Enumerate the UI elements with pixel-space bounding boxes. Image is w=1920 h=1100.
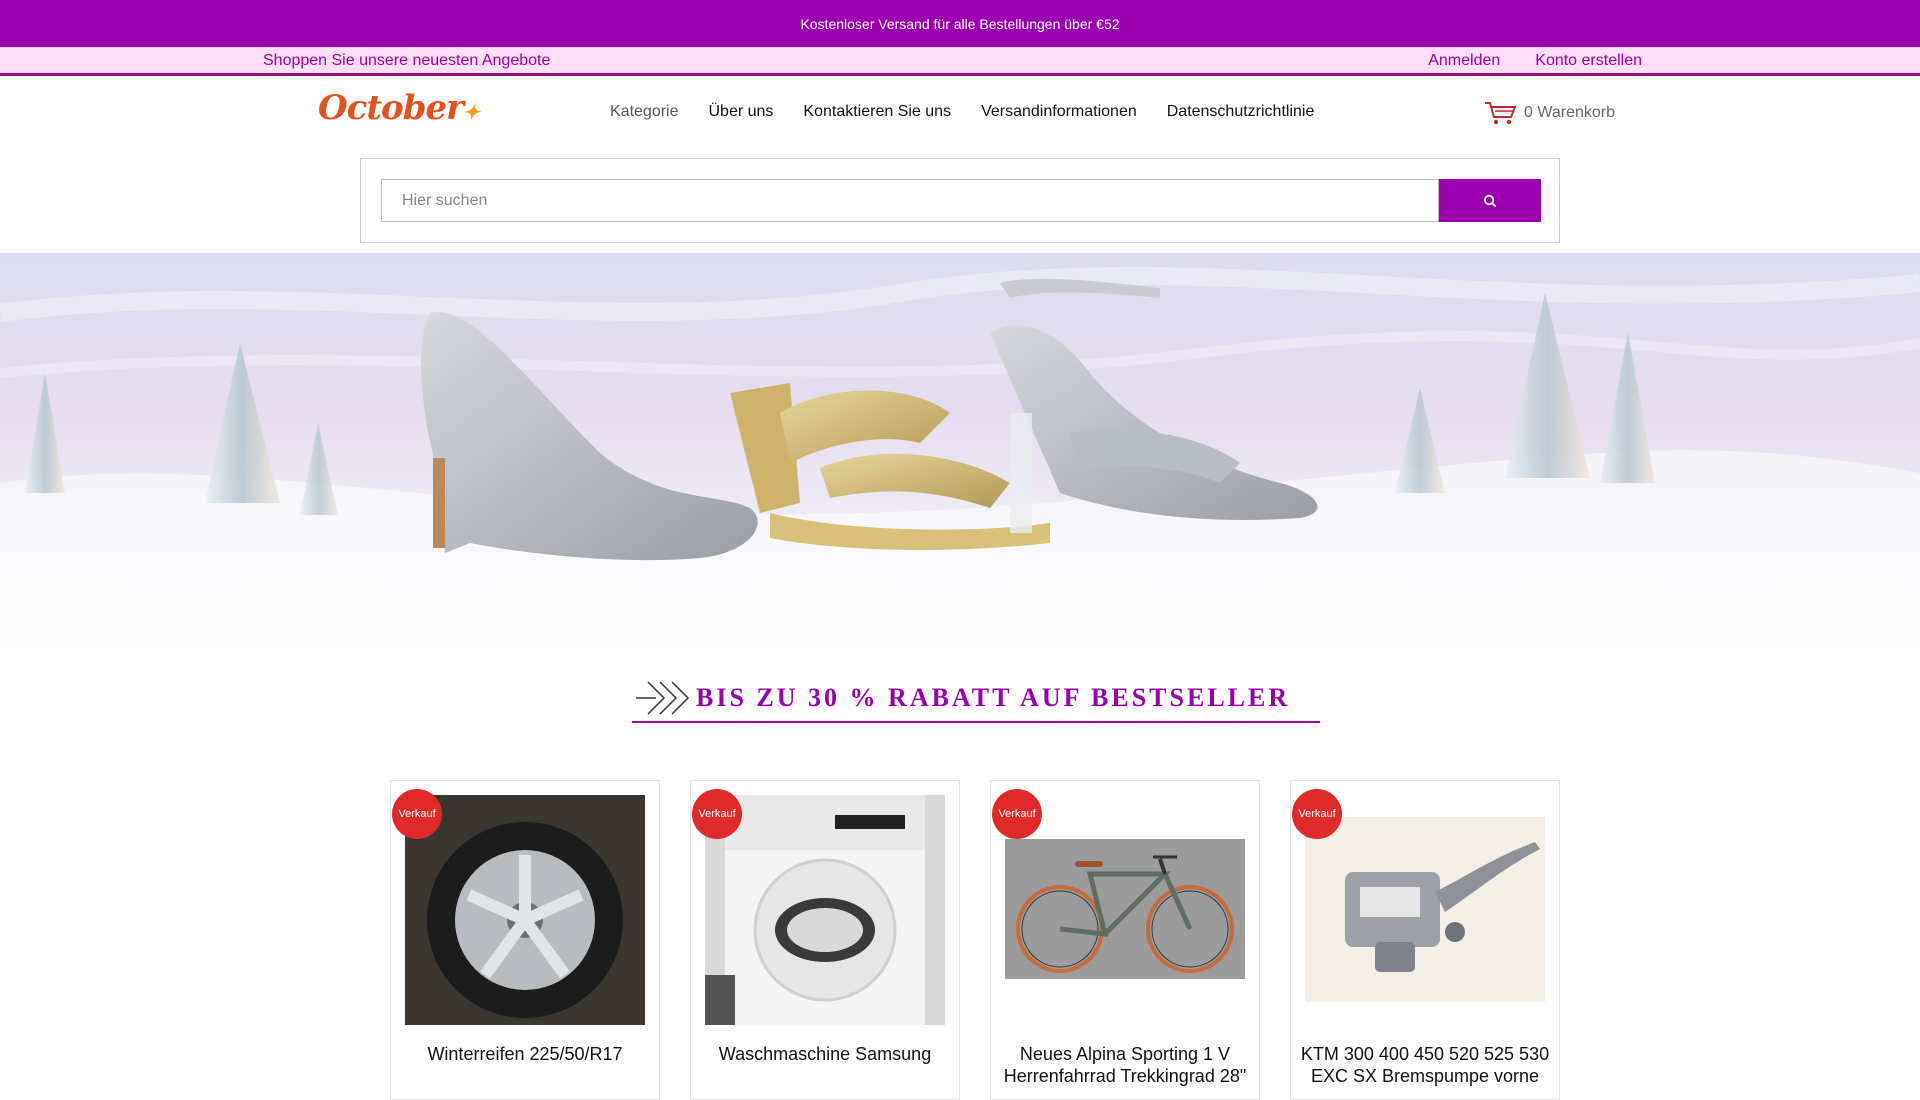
main-nav: October✦ Kategorie Über uns Kontaktieren… bbox=[0, 76, 1920, 153]
section-title: BIS ZU 30 % RABATT AUF BESTSELLER bbox=[632, 675, 1320, 723]
product-image-washer bbox=[705, 795, 945, 1025]
sale-badge: Verkauf bbox=[1292, 789, 1342, 839]
hero-shoes-image bbox=[0, 266, 1920, 655]
product-card[interactable]: Verkauf KTM 300 400 450 520 525 530 EXC … bbox=[1290, 780, 1560, 1100]
nav-item-about[interactable]: Über uns bbox=[709, 103, 774, 121]
logo-sparkle-icon: ✦ bbox=[463, 100, 480, 124]
product-name[interactable]: Waschmaschine Samsung bbox=[699, 1043, 951, 1065]
cart-icon bbox=[1485, 102, 1517, 125]
product-image-tire bbox=[405, 795, 645, 1025]
product-image-brake-pump bbox=[1305, 817, 1545, 1002]
cart-label: 0 Warenkorb bbox=[1524, 104, 1615, 121]
product-grid: Verkauf Winterreifen 225/50/R17 Verkauf bbox=[390, 780, 1560, 1100]
login-link[interactable]: Anmelden bbox=[1428, 52, 1500, 70]
logo[interactable]: October✦ bbox=[318, 88, 480, 128]
nav-item-category[interactable]: Kategorie bbox=[610, 103, 679, 121]
double-chevron-icon bbox=[636, 681, 690, 715]
latest-offers-link[interactable]: Shoppen Sie unsere neuesten Angebote bbox=[263, 52, 550, 70]
promo-text: Kostenloser Versand für alle Bestellunge… bbox=[800, 15, 1120, 32]
search-button[interactable] bbox=[1439, 179, 1541, 222]
section-title-text: BIS ZU 30 % RABATT AUF BESTSELLER bbox=[696, 683, 1291, 712]
register-link[interactable]: Konto erstellen bbox=[1535, 52, 1642, 70]
product-card[interactable]: Verkauf Waschmaschine Samsung bbox=[690, 780, 960, 1100]
product-card[interactable]: Verkauf Neues Alpina Sporting 1 V Herren… bbox=[990, 780, 1260, 1100]
promo-bar: Kostenloser Versand für alle Bestellunge… bbox=[0, 0, 1920, 47]
sub-bar: Shoppen Sie unsere neuesten Angebote Anm… bbox=[0, 47, 1920, 76]
product-name[interactable]: Winterreifen 225/50/R17 bbox=[399, 1043, 651, 1065]
logo-text: October bbox=[318, 88, 464, 128]
product-card[interactable]: Verkauf Winterreifen 225/50/R17 bbox=[390, 780, 660, 1100]
account-links: Anmelden Konto erstellen bbox=[1428, 52, 1642, 70]
sale-badge: Verkauf bbox=[692, 789, 742, 839]
sale-badge: Verkauf bbox=[392, 789, 442, 839]
hero-banner[interactable] bbox=[0, 253, 1920, 655]
nav-item-shipping[interactable]: Versandinformationen bbox=[981, 103, 1137, 121]
product-name[interactable]: Neues Alpina Sporting 1 V Herrenfahrrad … bbox=[999, 1043, 1251, 1087]
search-input[interactable] bbox=[381, 179, 1439, 222]
nav-item-contact[interactable]: Kontaktieren Sie uns bbox=[803, 103, 951, 121]
product-name[interactable]: KTM 300 400 450 520 525 530 EXC SX Brems… bbox=[1299, 1043, 1551, 1087]
nav-menu: Kategorie Über uns Kontaktieren Sie uns … bbox=[610, 103, 1314, 121]
product-image-bicycle bbox=[1005, 839, 1245, 979]
search-icon bbox=[1483, 194, 1497, 207]
sale-badge: Verkauf bbox=[992, 789, 1042, 839]
search-box bbox=[360, 158, 1560, 243]
nav-item-privacy[interactable]: Datenschutzrichtlinie bbox=[1167, 103, 1315, 121]
cart-button[interactable]: 0 Warenkorb bbox=[1484, 100, 1615, 126]
